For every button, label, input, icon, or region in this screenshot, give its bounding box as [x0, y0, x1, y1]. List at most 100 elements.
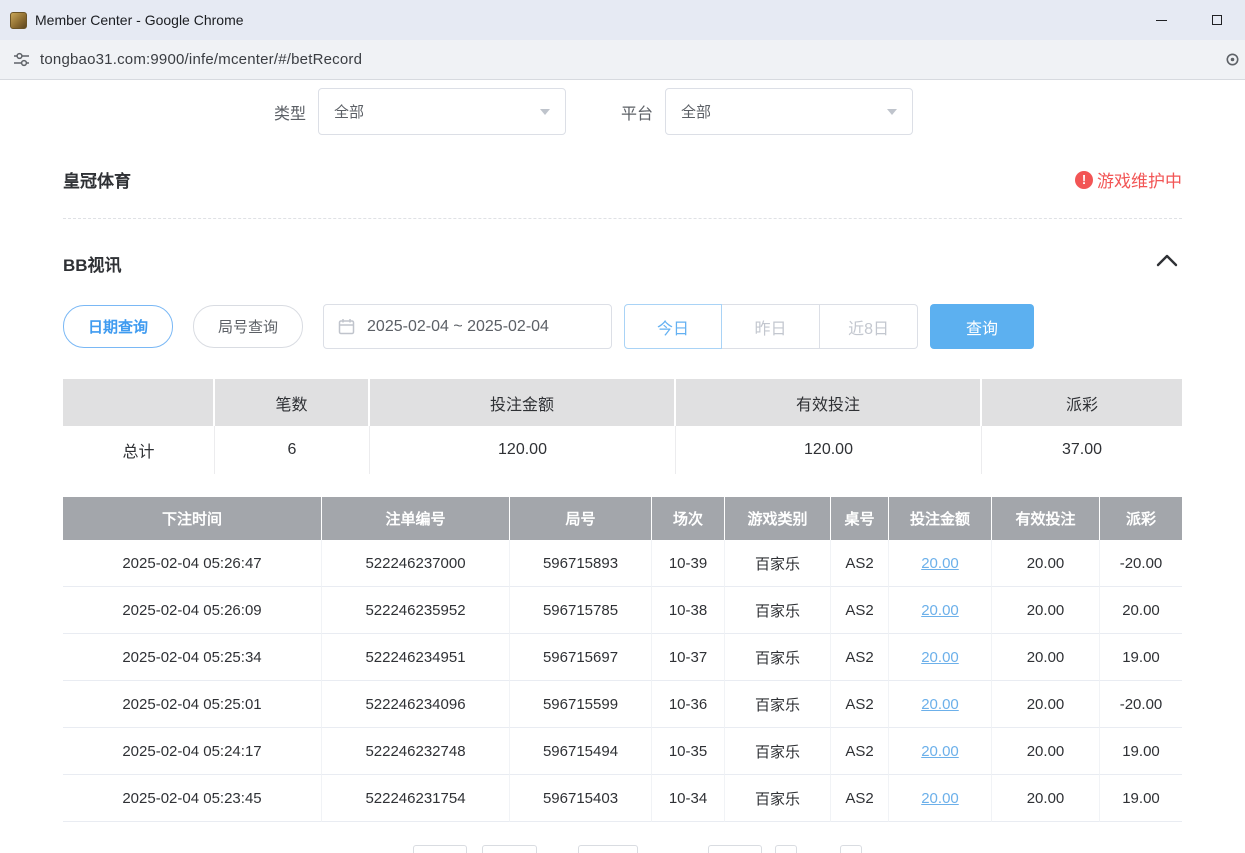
table-row: 2025-02-04 05:26:47522246237000596715893… — [63, 540, 1182, 587]
header-bet-time: 下注时间 — [63, 497, 322, 540]
crown-sports-section: 皇冠体育 ! 游戏维护中 — [63, 167, 1182, 192]
platform-filter-value: 全部 — [681, 101, 887, 122]
cell-payout: -20.00 — [1100, 540, 1182, 587]
header-round-id: 局号 — [510, 497, 652, 540]
bet-amount-link[interactable]: 20.00 — [921, 790, 959, 807]
header-game-type: 游戏类别 — [725, 497, 831, 540]
cell-game-type: 百家乐 — [725, 775, 831, 822]
cell-valid-bet: 20.00 — [992, 587, 1100, 634]
bb-video-section-header: BB视讯 — [63, 250, 1182, 276]
summary-total-row: 总计 6 120.00 120.00 37.00 — [63, 426, 1182, 474]
cell-round-id: 596715893 — [510, 540, 652, 587]
cell-order-id: 522246231754 — [322, 775, 510, 822]
cell-session: 10-38 — [652, 587, 725, 634]
header-session: 场次 — [652, 497, 725, 540]
cell-order-id: 522246232748 — [322, 728, 510, 775]
cell-bet-time: 2025-02-04 05:26:09 — [63, 587, 322, 634]
table-row: 2025-02-04 05:25:01522246234096596715599… — [63, 681, 1182, 728]
cell-bet-amount: 20.00 — [889, 587, 992, 634]
exclamation-icon: ! — [1075, 171, 1093, 189]
round-query-tab[interactable]: 局号查询 — [193, 305, 303, 348]
cell-order-id: 522246234096 — [322, 681, 510, 728]
date-range-input[interactable]: 2025-02-04 ~ 2025-02-04 — [323, 304, 612, 349]
type-filter-label: 类型 — [274, 100, 306, 124]
bb-video-title: BB视讯 — [63, 251, 122, 276]
window-title: Member Center - Google Chrome — [35, 12, 244, 28]
window-controls — [1133, 0, 1245, 40]
cell-valid-bet: 20.00 — [992, 634, 1100, 681]
cell-bet-amount: 20.00 — [889, 681, 992, 728]
last-8-days-button[interactable]: 近8日 — [820, 304, 918, 349]
pagination-button[interactable] — [482, 845, 537, 853]
cell-bet-time: 2025-02-04 05:25:34 — [63, 634, 322, 681]
summary-count-value: 6 — [215, 426, 370, 474]
table-row: 2025-02-04 05:24:17522246232748596715494… — [63, 728, 1182, 775]
pagination-button[interactable] — [578, 845, 638, 853]
bet-amount-link[interactable]: 20.00 — [921, 555, 959, 572]
cell-session: 10-35 — [652, 728, 725, 775]
cell-session: 10-37 — [652, 634, 725, 681]
cell-payout: -20.00 — [1100, 681, 1182, 728]
cell-round-id: 596715494 — [510, 728, 652, 775]
site-info-icon[interactable] — [10, 49, 32, 71]
pagination-button[interactable] — [708, 845, 762, 853]
date-range-value: 2025-02-04 ~ 2025-02-04 — [367, 318, 549, 336]
maximize-icon — [1212, 15, 1222, 25]
bet-table-header-row: 下注时间 注单编号 局号 场次 游戏类别 桌号 投注金额 有效投注 派彩 — [63, 497, 1182, 540]
query-toolbar: 日期查询 局号查询 2025-02-04 ~ 2025-02-04 今日 昨日 … — [63, 304, 1182, 349]
quick-date-group: 今日 昨日 近8日 — [624, 304, 918, 349]
cell-bet-time: 2025-02-04 05:25:01 — [63, 681, 322, 728]
cell-bet-amount: 20.00 — [889, 775, 992, 822]
cell-table-id: AS2 — [831, 540, 889, 587]
cell-table-id: AS2 — [831, 775, 889, 822]
header-payout: 派彩 — [1100, 497, 1182, 540]
date-query-tab[interactable]: 日期查询 — [63, 305, 173, 348]
bet-record-page: 类型 全部 平台 全部 皇冠体育 ! 游戏维护中 BB视讯 日期查询 局号查询 — [0, 88, 1245, 822]
cell-session: 10-39 — [652, 540, 725, 587]
cell-payout: 19.00 — [1100, 728, 1182, 775]
type-filter-select[interactable]: 全部 — [318, 88, 566, 135]
cell-bet-amount: 20.00 — [889, 540, 992, 587]
bet-amount-link[interactable]: 20.00 — [921, 649, 959, 666]
cell-game-type: 百家乐 — [725, 681, 831, 728]
table-row: 2025-02-04 05:26:09522246235952596715785… — [63, 587, 1182, 634]
summary-total-label: 总计 — [63, 426, 215, 474]
bet-amount-link[interactable]: 20.00 — [921, 743, 959, 760]
platform-filter-select[interactable]: 全部 — [665, 88, 913, 135]
cell-game-type: 百家乐 — [725, 728, 831, 775]
bet-amount-link[interactable]: 20.00 — [921, 696, 959, 713]
header-order-id: 注单编号 — [322, 497, 510, 540]
cell-order-id: 522246237000 — [322, 540, 510, 587]
pagination — [0, 845, 1245, 853]
header-valid-bet: 有效投注 — [992, 497, 1100, 540]
cell-payout: 20.00 — [1100, 587, 1182, 634]
maximize-button[interactable] — [1189, 0, 1245, 40]
chevron-down-icon — [540, 109, 550, 115]
summary-table: 笔数 投注金额 有效投注 派彩 总计 6 120.00 120.00 37.00 — [63, 379, 1182, 474]
cell-table-id: AS2 — [831, 587, 889, 634]
cell-valid-bet: 20.00 — [992, 681, 1100, 728]
summary-header-bet-amount: 投注金额 — [370, 379, 676, 426]
minimize-button[interactable] — [1133, 0, 1189, 40]
site-favicon — [10, 12, 27, 29]
cell-payout: 19.00 — [1100, 775, 1182, 822]
pagination-button[interactable] — [775, 845, 797, 853]
crown-sports-title: 皇冠体育 — [63, 167, 131, 192]
pagination-button[interactable] — [840, 845, 862, 853]
search-button[interactable]: 查询 — [930, 304, 1034, 349]
cell-table-id: AS2 — [831, 634, 889, 681]
minimize-icon — [1156, 20, 1167, 21]
collapse-button[interactable] — [1152, 250, 1182, 276]
yesterday-button[interactable]: 昨日 — [722, 304, 820, 349]
browser-settings-icon[interactable] — [1225, 52, 1240, 72]
window-titlebar: Member Center - Google Chrome — [0, 0, 1245, 40]
today-button[interactable]: 今日 — [624, 304, 722, 349]
summary-header-empty — [63, 379, 215, 426]
bet-amount-link[interactable]: 20.00 — [921, 602, 959, 619]
cell-order-id: 522246234951 — [322, 634, 510, 681]
pagination-button[interactable] — [413, 845, 467, 853]
type-filter-value: 全部 — [334, 101, 540, 122]
url-text[interactable]: tongbao31.com:9900/infe/mcenter/#/betRec… — [40, 51, 362, 68]
summary-payout-value: 37.00 — [982, 426, 1182, 474]
bet-record-table: 下注时间 注单编号 局号 场次 游戏类别 桌号 投注金额 有效投注 派彩 202… — [63, 497, 1182, 822]
